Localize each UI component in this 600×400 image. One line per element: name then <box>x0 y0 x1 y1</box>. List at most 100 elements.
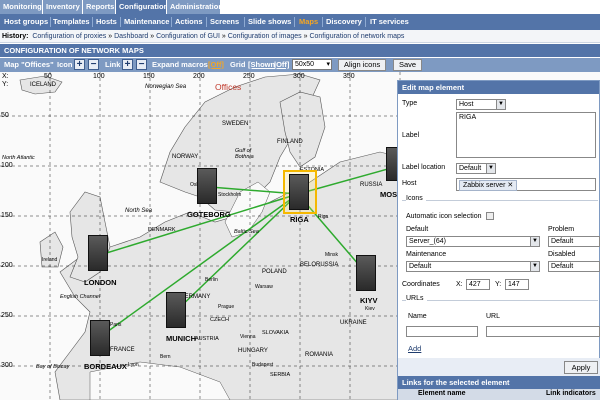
link-label: Link <box>105 60 121 69</box>
server-icon[interactable] <box>289 174 309 210</box>
submenu-discovery[interactable]: Discovery <box>326 14 362 30</box>
submenu-templates[interactable]: Templates <box>53 14 90 30</box>
submenu-it-services[interactable]: IT services <box>370 14 409 30</box>
default-icon-select[interactable]: Server_(64) ▼ <box>406 236 540 247</box>
node-label: GOTEBORG <box>187 210 231 219</box>
geo-label: FRANCE <box>110 347 135 353</box>
geo-label: Gulf of Bothnia <box>235 148 254 160</box>
server-icon[interactable] <box>197 168 217 204</box>
geo-label: HUNGARY <box>238 348 268 354</box>
geo-label: NORWAY <box>172 154 199 160</box>
submenu-host-groups[interactable]: Host groups <box>4 14 48 30</box>
disabled-icon-select[interactable]: Default <box>548 261 600 272</box>
tab-monitoring[interactable]: Monitoring <box>0 0 43 14</box>
x-coord-input[interactable]: 427 <box>466 279 490 290</box>
url-name-input[interactable] <box>406 326 478 337</box>
submenu-maintenance[interactable]: Maintenance <box>124 14 169 30</box>
geo-label: Budapest <box>252 362 274 368</box>
y-tick: 150 <box>1 212 13 219</box>
label-location-select[interactable]: Default ▼ <box>456 163 496 174</box>
links-panel: Links for the selected element Element n… <box>397 376 600 400</box>
align-icons-button[interactable]: Align icons <box>338 59 387 71</box>
auto-icon-checkbox[interactable] <box>486 212 494 220</box>
geo-label: Riga <box>318 214 329 220</box>
grid-size-select[interactable]: 50x50 ▾ <box>292 59 332 70</box>
y-coord-input[interactable]: 147 <box>505 279 529 290</box>
x-tick: 200 <box>193 73 205 80</box>
submenu-maps[interactable]: Maps <box>299 14 318 30</box>
tab-inventory[interactable]: Inventory <box>43 0 83 14</box>
history-item[interactable]: Configuration of network maps <box>309 33 404 40</box>
default-label: Default <box>406 226 429 233</box>
server-icon[interactable] <box>90 320 110 356</box>
geo-label: BELORUSSIA <box>300 262 339 268</box>
apply-button[interactable]: Apply <box>564 361 598 374</box>
y-tick: 100 <box>1 162 13 169</box>
add-icon-button[interactable]: + <box>74 59 85 70</box>
chevron-down-icon: ▼ <box>530 237 539 246</box>
geo-label: Stockholm <box>218 192 242 198</box>
server-icon[interactable] <box>88 235 108 271</box>
finland-shape <box>279 91 326 168</box>
expand-macros-toggle[interactable]: [Off] <box>208 58 224 72</box>
problem-label: Problem <box>548 226 575 233</box>
chevron-down-icon: ▼ <box>496 100 505 109</box>
url-column: URL <box>486 313 501 320</box>
expand-macros-label: Expand macros <box>152 60 208 69</box>
geo-label: Ireland <box>42 257 58 263</box>
submenu-slide-shows[interactable]: Slide shows <box>248 14 291 30</box>
geo-label: FINLAND <box>277 139 303 145</box>
add-link-button[interactable]: + <box>122 59 133 70</box>
geo-label: SERBIA <box>270 372 291 378</box>
y-axis-label: Y: <box>2 81 9 88</box>
server-icon[interactable] <box>166 292 186 328</box>
grid-shown-toggle[interactable]: [Shown <box>248 58 275 72</box>
problem-icon-select[interactable]: Default <box>548 236 600 247</box>
geo-label: Minsk <box>325 252 339 258</box>
geo-label: ICELAND <box>30 82 57 88</box>
history-item[interactable]: Configuration of GUI <box>156 33 220 40</box>
history-item[interactable]: Configuration of images <box>228 33 302 40</box>
geo-label: ROMANIA <box>305 352 334 358</box>
save-button[interactable]: Save <box>393 59 423 71</box>
sub-menu: Host groups Templates Hosts Maintenance … <box>0 14 600 30</box>
auto-icon-label: Automatic icon selection <box>406 213 482 220</box>
submenu-actions[interactable]: Actions <box>175 14 203 30</box>
history-label: History: <box>2 33 29 40</box>
submenu-hosts[interactable]: Hosts <box>96 14 117 30</box>
add-url-link[interactable]: Add <box>408 344 421 353</box>
node-label: MUNICH <box>166 334 196 343</box>
host-label: Host <box>402 180 417 187</box>
geo-label: Norwegian Sea <box>145 84 187 90</box>
history-item[interactable]: Configuration of proxies <box>32 33 106 40</box>
y-tick: 250 <box>1 312 13 319</box>
maintenance-icon-select[interactable]: Default ▼ <box>406 261 540 272</box>
geo-label: Bern <box>160 354 171 360</box>
grid-label: Grid <box>230 60 246 69</box>
geo-label: Prague <box>218 304 235 310</box>
map-toolbar: Map "Offices" Icon + − Link + − Expand m… <box>0 58 600 72</box>
url-input[interactable] <box>486 326 600 337</box>
y-tick: 50 <box>1 112 9 119</box>
host-tag[interactable]: Zabbix server ✕ <box>459 180 518 191</box>
tab-reports[interactable]: Reports <box>83 0 116 14</box>
geo-label: SWEDEN <box>222 121 249 127</box>
tab-administration[interactable]: Administration <box>167 0 223 14</box>
x-tick: 250 <box>243 73 255 80</box>
server-icon[interactable] <box>356 255 376 291</box>
history-item[interactable]: Dashboard <box>114 33 148 40</box>
remove-link-button[interactable]: − <box>136 59 147 70</box>
node-label: BORDEAUX <box>84 362 127 371</box>
x-axis-label: X: <box>2 73 9 80</box>
breadcrumb: History: Configuration of proxies » Dash… <box>0 30 600 43</box>
tab-configuration[interactable]: Configuration <box>116 0 168 14</box>
remove-icon-button[interactable]: − <box>88 59 99 70</box>
submenu-screens[interactable]: Screens <box>210 14 239 30</box>
grid-off-toggle[interactable]: |Off] <box>274 58 289 72</box>
icons-fieldset-label: Icons <box>406 195 426 202</box>
label-location-label: Label location <box>402 164 446 171</box>
close-icon[interactable]: ✕ <box>507 182 513 189</box>
type-select[interactable]: Host ▼ <box>456 99 506 110</box>
label-textarea[interactable]: RIGA <box>456 112 596 158</box>
map-title: Offices <box>215 82 242 92</box>
